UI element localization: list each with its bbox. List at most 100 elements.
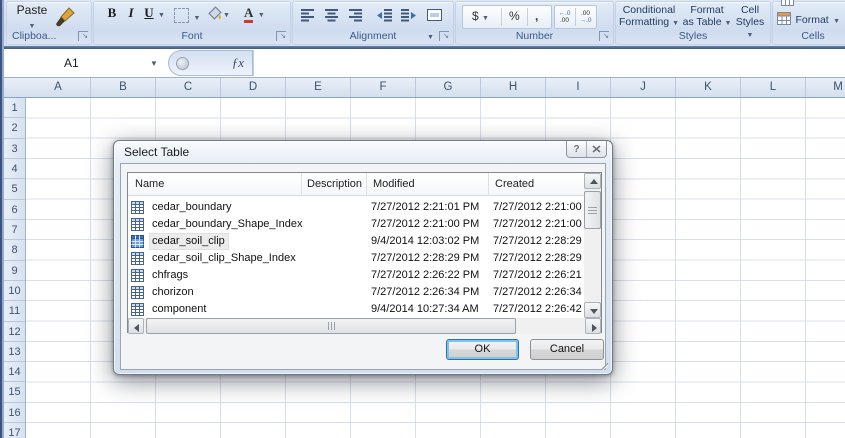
row-header-10[interactable]: 10 [4, 281, 25, 301]
row-header-13[interactable]: 13 [4, 342, 25, 362]
name-box-dropdown-icon[interactable]: ▼ [150, 59, 158, 68]
row-header-16[interactable]: 16 [4, 403, 25, 423]
scroll-left-button[interactable] [128, 318, 144, 334]
format-cells-button[interactable]: Format ▼ [777, 10, 840, 28]
row-headers: 1234567891011121314151617 [4, 98, 26, 438]
table-row-modified: 9/4/2014 12:03:02 PM [371, 234, 479, 249]
table-row-chorizon[interactable]: chorizon7/27/2012 2:26:34 PM7/27/2012 2:… [128, 284, 586, 301]
font-color-icon: A [244, 5, 253, 23]
formula-input[interactable] [255, 50, 845, 76]
table-icon [131, 201, 144, 214]
conditional-formatting-button[interactable]: Conditional Formatting ▼ [618, 4, 680, 30]
column-header-H[interactable]: H [481, 78, 546, 97]
column-header-J[interactable]: J [611, 78, 676, 97]
list-header-modified[interactable]: Modified [367, 173, 489, 196]
table-row-cedar_boundary[interactable]: cedar_boundary7/27/2012 2:21:01 PM7/27/2… [128, 199, 586, 216]
table-row-modified: 9/4/2014 10:27:34 AM [371, 302, 479, 317]
table-row-cedar_soil_clip[interactable]: cedar_soil_clip9/4/2014 12:03:02 PM7/27/… [128, 233, 586, 250]
underline-button[interactable]: U [141, 5, 157, 21]
ribbon-group-number: $ ▼ % , ←.0.00 .00→.0 Number ↘ [455, 1, 614, 45]
row-header-15[interactable]: 15 [4, 382, 25, 403]
ok-button[interactable]: OK [446, 339, 519, 360]
underline-dropdown-icon[interactable]: ▼ [158, 12, 165, 19]
column-header-M[interactable]: M [806, 78, 845, 97]
list-header-name[interactable]: Name [128, 173, 302, 196]
cancel-button[interactable]: Cancel [530, 339, 604, 360]
font-color-button[interactable]: A ▼ [244, 4, 278, 22]
row-header-4[interactable]: 4 [4, 159, 25, 179]
table-icon [131, 218, 144, 231]
table-row-component[interactable]: component9/4/2014 10:27:34 AM7/27/2012 2… [128, 301, 586, 318]
formula-bar-circle-icon [176, 57, 189, 70]
bold-button[interactable]: B [103, 5, 121, 21]
column-header-L[interactable]: L [741, 78, 806, 97]
row-header-9[interactable]: 9 [4, 261, 25, 281]
table-list-rows: cedar_boundary7/27/2012 2:21:01 PM7/27/2… [128, 199, 586, 318]
alignment-dialog-launcher[interactable]: ↘ [439, 31, 449, 41]
increase-indent-icon [401, 9, 416, 22]
column-header-G[interactable]: G [416, 78, 481, 97]
insert-function-button[interactable]: ƒx [168, 50, 253, 76]
list-header-description[interactable]: Description [302, 173, 367, 196]
format-as-table-button[interactable]: Format as Table ▼ [682, 4, 732, 30]
row-header-5[interactable]: 5 [4, 179, 25, 200]
formula-bar-divider [253, 50, 254, 76]
align-left-icon [301, 9, 315, 22]
name-box[interactable]: A1 [8, 50, 168, 76]
help-button[interactable]: ? [567, 141, 587, 157]
increase-decimal-button[interactable]: ←.0.00 [555, 7, 574, 26]
clipboard-dialog-launcher[interactable]: ↘ [78, 31, 88, 41]
ribbon: Paste ▼ Clipboa... ↘ B I U ▼ ▼ [4, 0, 845, 47]
table-row-modified: 7/27/2012 2:21:01 PM [371, 200, 479, 215]
fill-color-button[interactable]: ▼ [208, 6, 238, 26]
ribbon-group-cells: Format ▼ Cells [772, 1, 845, 45]
row-header-3[interactable]: 3 [4, 139, 25, 159]
currency-button[interactable]: $ ▼ [472, 9, 489, 23]
row-header-8[interactable]: 8 [4, 240, 25, 261]
row-header-7[interactable]: 7 [4, 220, 25, 240]
align-center-button[interactable] [325, 9, 339, 27]
align-right-button[interactable] [349, 9, 363, 27]
column-header-D[interactable]: D [221, 78, 286, 97]
paste-button[interactable]: Paste ▼ [13, 3, 51, 31]
table-icon [131, 303, 144, 316]
column-header-F[interactable]: F [351, 78, 416, 97]
row-header-6[interactable]: 6 [4, 200, 25, 220]
vertical-scroll-thumb[interactable] [584, 191, 601, 229]
decrease-indent-button[interactable] [377, 9, 392, 27]
column-header-E[interactable]: E [286, 78, 351, 97]
name-box-value: A1 [64, 56, 79, 70]
column-header-C[interactable]: C [156, 78, 221, 97]
italic-button[interactable]: I [123, 5, 139, 21]
row-header-17[interactable]: 17 [4, 423, 25, 438]
row-header-14[interactable]: 14 [4, 362, 25, 382]
row-header-2[interactable]: 2 [4, 118, 25, 139]
borders-button[interactable]: ▼ [174, 7, 204, 25]
number-dialog-launcher[interactable]: ↘ [599, 31, 609, 41]
chevron-down-icon: ▼ [724, 20, 731, 27]
column-header-I[interactable]: I [546, 78, 611, 97]
percent-button[interactable]: % [509, 9, 520, 23]
align-left-button[interactable] [301, 9, 315, 27]
column-header-A[interactable]: A [26, 78, 91, 97]
comma-button[interactable]: , [535, 9, 538, 23]
row-header-12[interactable]: 12 [4, 322, 25, 342]
column-header-B[interactable]: B [91, 78, 156, 97]
table-row-chfrags[interactable]: chfrags7/27/2012 2:26:22 PM7/27/2012 2:2… [128, 267, 586, 284]
increase-indent-button[interactable] [401, 9, 416, 27]
row-header-1[interactable]: 1 [4, 98, 25, 118]
row-header-11[interactable]: 11 [4, 301, 25, 322]
scroll-right-button[interactable] [585, 318, 601, 334]
scroll-up-button[interactable] [584, 173, 601, 189]
vertical-scrollbar[interactable] [584, 173, 601, 318]
list-header-created[interactable]: Created [489, 173, 586, 196]
close-button[interactable] [587, 141, 606, 157]
font-dialog-launcher[interactable]: ↘ [276, 31, 286, 41]
scroll-down-button[interactable] [584, 302, 601, 318]
table-row-cedar_soil_clip_Shape_Index[interactable]: cedar_soil_clip_Shape_Index7/27/2012 2:2… [128, 250, 586, 267]
horizontal-scrollbar[interactable] [128, 318, 601, 334]
table-row-cedar_boundary_Shape_Index[interactable]: cedar_boundary_Shape_Index7/27/2012 2:21… [128, 216, 586, 233]
decrease-decimal-button[interactable]: .00→.0 [576, 7, 595, 26]
horizontal-scroll-thumb[interactable] [146, 318, 516, 334]
column-header-K[interactable]: K [676, 78, 741, 97]
